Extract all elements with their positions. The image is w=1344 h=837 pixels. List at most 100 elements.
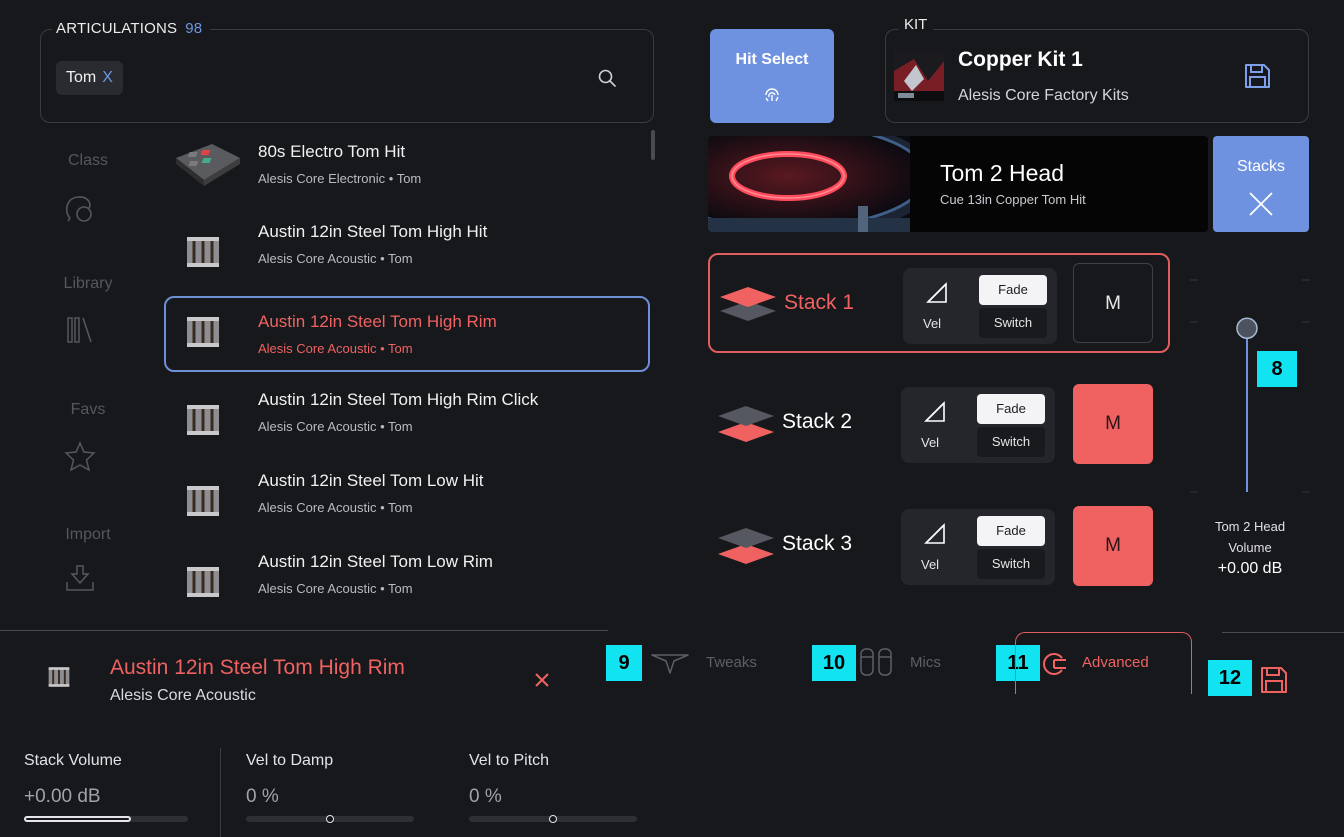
save-icon[interactable]	[1258, 664, 1290, 696]
filter-chip-remove-button[interactable]: X	[102, 69, 113, 86]
tweaks-icon[interactable]	[650, 651, 690, 675]
tab-tweaks[interactable]: Tweaks	[706, 654, 757, 671]
callout-badge-10: 10	[812, 645, 856, 681]
vel-to-pitch-value[interactable]: 0 %	[469, 786, 502, 808]
stack-row-2[interactable]: Stack 2 Vel Fade Switch M	[708, 374, 1170, 474]
save-icon[interactable]	[1242, 61, 1272, 91]
list-item-subtitle: Alesis Core Acoustic • Tom	[258, 341, 413, 356]
articulations-panel	[40, 29, 654, 123]
vel-to-pitch-slider[interactable]	[469, 815, 637, 823]
sidebar-item-import[interactable]: Import	[40, 526, 136, 544]
callout-badge-12: 12	[1208, 660, 1252, 696]
vel-to-damp-label: Vel to Damp	[246, 752, 334, 769]
close-icon	[1249, 192, 1273, 216]
stack-name: Stack 1	[784, 291, 855, 314]
steel-drum-thumb	[187, 405, 219, 435]
fingerprint-icon	[765, 88, 779, 102]
pad-title: Tom 2 Head	[940, 160, 1065, 186]
fade-button[interactable]: Fade	[979, 275, 1047, 305]
kit-label: KIT	[898, 16, 934, 33]
list-item[interactable]: Austin 12in Steel Tom High Hit Alesis Co…	[164, 216, 650, 292]
list-item[interactable]: Austin 12in Steel Tom Low Rim Alesis Cor…	[164, 546, 650, 622]
list-item-selected[interactable]: Austin 12in Steel Tom High Rim Alesis Co…	[164, 296, 650, 372]
stack-row-3[interactable]: Stack 3 Vel Fade Switch M	[708, 496, 1170, 596]
hit-select-button[interactable]: Hit Select	[710, 29, 834, 123]
layers-icon	[718, 406, 774, 442]
list-item[interactable]: Austin 12in Steel Tom Low Hit Alesis Cor…	[164, 465, 650, 541]
layers-icon	[718, 528, 774, 564]
stack-name: Stack 3	[782, 532, 853, 555]
pad-header: Tom 2 Head Cue 13in Copper Tom Hit	[708, 136, 1208, 232]
slider-knob[interactable]	[326, 815, 334, 823]
vel-to-damp-value[interactable]: 0 %	[246, 786, 279, 808]
callout-badge-9: 9	[606, 645, 642, 681]
list-item-subtitle: Alesis Core Acoustic • Tom	[258, 251, 413, 266]
filter-chip-label: Tom	[66, 69, 97, 86]
volume-caption-line1: Tom 2 Head	[1214, 519, 1286, 534]
stack-row-1[interactable]: Stack 1 Vel Fade Switch M	[708, 253, 1170, 353]
class-icon[interactable]	[62, 190, 98, 226]
velocity-group: Vel Fade Switch	[903, 268, 1057, 344]
velocity-icon[interactable]	[925, 281, 949, 305]
slider-knob[interactable]	[549, 815, 557, 823]
stacks-label: Stacks	[1236, 158, 1285, 175]
switch-button[interactable]: Switch	[977, 549, 1045, 579]
tab-mics[interactable]: Mics	[910, 654, 941, 671]
steel-drum-thumb	[187, 237, 219, 267]
list-item-title: Austin 12in Steel Tom High Hit	[258, 222, 488, 241]
kit-cover-thumb[interactable]	[894, 51, 944, 101]
stack-volume-fill	[24, 816, 131, 822]
steel-drum-thumb	[187, 567, 219, 597]
volume-value: +0.00 dB	[1217, 560, 1283, 577]
velocity-group: Vel Fade Switch	[901, 509, 1055, 585]
mics-icon[interactable]	[858, 647, 894, 677]
library-icon[interactable]	[62, 312, 98, 348]
sidebar-item-favs[interactable]: Favs	[40, 401, 136, 419]
stacks-button[interactable]: Stacks	[1213, 136, 1309, 232]
list-item[interactable]: Austin 12in Steel Tom High Rim Click Ale…	[164, 384, 650, 460]
articulations-title: ARTICULATIONS	[56, 20, 178, 37]
drum-pad-thumb	[176, 144, 240, 186]
velocity-icon[interactable]	[923, 522, 947, 546]
mute-button[interactable]: M	[1073, 506, 1153, 586]
list-scrollbar[interactable]	[651, 130, 655, 160]
section-divider	[0, 630, 608, 631]
stack-volume-label: Stack Volume	[24, 752, 122, 769]
velocity-icon[interactable]	[923, 400, 947, 424]
filter-chip-tom[interactable]: Tom X	[56, 61, 123, 95]
mute-button[interactable]: M	[1073, 263, 1153, 343]
tab-advanced[interactable]: Advanced	[1082, 654, 1149, 671]
velocity-label: Vel	[921, 557, 940, 572]
fade-button[interactable]: Fade	[977, 516, 1045, 546]
advanced-icon[interactable]	[1040, 650, 1068, 678]
hit-select-label: Hit Select	[735, 51, 809, 68]
steel-drum-thumb	[187, 486, 219, 516]
selected-articulation-library: Alesis Core Acoustic	[110, 687, 256, 704]
stack-volume-value[interactable]: +0.00 dB	[24, 786, 101, 808]
import-icon[interactable]	[62, 560, 98, 596]
search-icon[interactable]	[598, 69, 616, 87]
velocity-group: Vel Fade Switch	[901, 387, 1055, 463]
list-item-title: Austin 12in Steel Tom High Rim	[258, 312, 497, 331]
close-icon[interactable]	[534, 672, 550, 688]
volume-caption: Tom 2 Head Volume +0.00 dB	[1180, 516, 1320, 579]
list-item-title: 80s Electro Tom Hit	[258, 142, 406, 161]
stack-name: Stack 2	[782, 410, 853, 433]
list-item[interactable]: 80s Electro Tom Hit Alesis Core Electron…	[164, 136, 650, 212]
mute-button[interactable]: M	[1073, 384, 1153, 464]
layers-icon	[720, 287, 776, 321]
sidebar-item-class[interactable]: Class	[40, 152, 136, 170]
volume-fader[interactable]	[1180, 266, 1320, 506]
fader-knob[interactable]	[1236, 317, 1258, 339]
list-item-title: Austin 12in Steel Tom High Rim Click	[258, 390, 539, 409]
vel-to-damp-slider[interactable]	[246, 815, 414, 823]
velocity-label: Vel	[921, 435, 940, 450]
star-icon[interactable]	[62, 438, 98, 474]
stack-volume-slider[interactable]	[24, 816, 188, 822]
param-divider	[220, 748, 221, 837]
switch-button[interactable]: Switch	[977, 427, 1045, 457]
fade-button[interactable]: Fade	[977, 394, 1045, 424]
sidebar-item-library[interactable]: Library	[40, 275, 136, 293]
kit-library: Alesis Core Factory Kits	[958, 87, 1129, 104]
switch-button[interactable]: Switch	[979, 308, 1047, 338]
